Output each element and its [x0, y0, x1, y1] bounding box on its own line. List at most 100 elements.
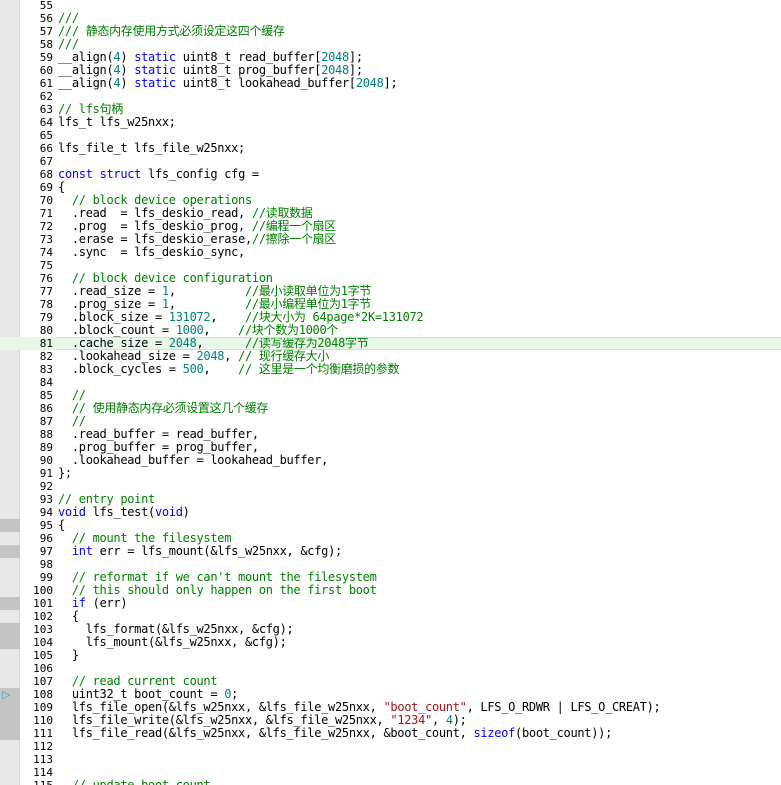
line-number: 64 [39, 116, 53, 129]
code-token: ) [182, 505, 190, 519]
code-token: 500 [182, 362, 204, 376]
code-token: ]; [348, 63, 363, 77]
code-line[interactable]: ▷83 .block_cycles = 500, // 这里是一个均衡磨损的参数 [0, 362, 781, 377]
code-line[interactable]: ▷64lfs_t lfs_w25nxx; [0, 116, 781, 130]
breakpoint-marker[interactable] [0, 727, 20, 740]
line-number: 101 [33, 597, 53, 610]
code-token: //块个数为1000个 [238, 323, 339, 337]
code-token: 1 [161, 297, 169, 311]
breakpoint-marker[interactable] [0, 545, 20, 558]
code-token: lfs_format(&lfs_w25nxx, &cfg); [58, 622, 294, 636]
code-token: lfs_test( [85, 505, 156, 519]
code-token: { [58, 518, 65, 532]
line-code: lfs_file_t lfs_file_w25nxx; [58, 142, 245, 155]
code-line[interactable]: ▷86 // 使用静态内存必须设置这几个缓存 [0, 402, 781, 416]
code-token: /// [58, 37, 79, 51]
code-token: , LFS_O_RDWR | LFS_O_CREAT); [466, 700, 661, 714]
code-line[interactable]: ▷104 lfs_mount(&lfs_w25nxx, &cfg); [0, 636, 781, 649]
line-number: 94 [39, 506, 53, 519]
line-number: 70 [39, 194, 53, 207]
line-code: } [58, 649, 79, 662]
code-token: 1 [161, 284, 169, 298]
code-token: // read current count [58, 674, 218, 688]
code-token: lfs_file_t lfs_file_w25nxx; [58, 141, 245, 155]
code-token: { [58, 180, 65, 194]
line-code: lfs_mount(&lfs_w25nxx, &cfg); [58, 636, 287, 649]
line-number: 97 [39, 545, 53, 558]
code-token: uint8_t lookahead_buffer[ [175, 76, 356, 90]
breakpoint-marker[interactable] [0, 597, 20, 610]
line-number: 60 [39, 64, 53, 77]
code-line[interactable]: ▷115 // update boot count [0, 779, 781, 785]
code-token: .erase = lfs_deskio_erase, [58, 232, 252, 246]
code-line[interactable]: ▷97 int err = lfs_mount(&lfs_w25nxx, &cf… [0, 545, 781, 558]
code-token: lfs_config cfg = [141, 167, 259, 181]
line-number: 63 [39, 103, 53, 116]
code-line[interactable]: ▷91}; [0, 467, 781, 481]
code-token: ; [231, 687, 239, 701]
code-line[interactable]: ▷101 if (err) [0, 597, 781, 610]
code-token: uint8_t read_buffer[ [175, 50, 322, 64]
line-number: 108 [33, 688, 53, 701]
code-token: lfs_file_read(&lfs_w25nxx, &lfs_file_w25… [58, 726, 474, 740]
code-token: //读取数据 [251, 206, 313, 220]
line-code: int err = lfs_mount(&lfs_w25nxx, &cfg); [58, 545, 342, 558]
code-token: __align( [58, 76, 114, 90]
code-line[interactable]: ▷66lfs_file_t lfs_file_w25nxx; [0, 142, 781, 156]
breakpoint-marker[interactable] [0, 714, 20, 727]
line-code: .lookahead_buffer = lookahead_buffer, [58, 453, 329, 467]
code-token: .prog = lfs_deskio_prog, [58, 219, 252, 233]
line-number: 77 [39, 285, 53, 298]
line-number: 66 [39, 142, 53, 155]
line-number: 105 [33, 649, 53, 662]
code-token: , [196, 336, 245, 350]
code-token: // mount the filesystem [58, 531, 232, 545]
line-number: 103 [33, 623, 53, 636]
code-token: // reformat if we can't mount the filesy… [58, 570, 377, 584]
line-number: 100 [33, 584, 53, 597]
code-line[interactable]: ▷68const struct lfs_config cfg = [0, 167, 781, 182]
code-line[interactable]: ▷61__align(4) static uint8_t lookahead_b… [0, 76, 781, 91]
line-number: 61 [39, 77, 53, 90]
breakpoint-marker[interactable] [0, 623, 20, 636]
code-line[interactable]: ▷74 .sync = lfs_deskio_sync, [0, 246, 781, 260]
line-number: 107 [33, 675, 53, 688]
breakpoint-marker[interactable] [0, 636, 20, 649]
code-token: struct [99, 167, 142, 181]
code-token: // 这里是一个均衡磨损的参数 [238, 362, 400, 376]
code-token: uint32_t boot_count = [58, 687, 225, 701]
code-line[interactable]: ▷113 [0, 753, 781, 766]
code-token: .lookahead_buffer = lookahead_buffer, [58, 453, 329, 467]
code-token: .block_count = [58, 323, 176, 337]
line-number: 87 [39, 415, 53, 428]
code-token: "boot_count" [383, 700, 467, 714]
code-token: // entry point [58, 492, 155, 506]
breakpoint-marker[interactable] [0, 519, 20, 532]
code-line[interactable]: ▷111 lfs_file_read(&lfs_w25nxx, &lfs_fil… [0, 727, 781, 740]
code-line[interactable]: ▷94void lfs_test(void) [0, 505, 781, 520]
line-number: 96 [39, 532, 53, 545]
code-line[interactable]: ▷57/// 静态内存使用方式必须设定这四个缓存 [0, 25, 781, 39]
code-line[interactable]: ▷112 [0, 740, 781, 753]
code-token: __align( [58, 50, 114, 64]
breakpoint-marker[interactable] [0, 701, 20, 714]
line-number: 76 [39, 272, 53, 285]
code-line[interactable]: ▷105 } [0, 649, 781, 663]
code-token: .cache_size = [58, 336, 169, 350]
line-number: 82 [39, 350, 53, 363]
line-code: __align(4) static uint8_t lookahead_buff… [58, 76, 398, 90]
code-editor[interactable]: ▷55▷56///▷57/// 静态内存使用方式必须设定这四个缓存▷58///▷… [0, 0, 781, 785]
line-number: 58 [39, 38, 53, 51]
code-token: const [58, 167, 93, 181]
code-line[interactable]: ▷90 .lookahead_buffer = lookahead_buffer… [0, 453, 781, 468]
line-number: 69 [39, 181, 53, 194]
code-line[interactable]: ▷55 [0, 0, 781, 12]
code-token: lfs_mount(&lfs_w25nxx, &cfg); [58, 635, 287, 649]
code-token: { [58, 609, 79, 623]
code-line[interactable]: ▷84 [0, 376, 781, 389]
line-number: 111 [33, 727, 53, 740]
code-token: // [58, 388, 86, 402]
code-token: lfs_file_open(&lfs_w25nxx, &lfs_file_w25… [58, 700, 384, 714]
code-token: // block device operations [58, 193, 252, 207]
